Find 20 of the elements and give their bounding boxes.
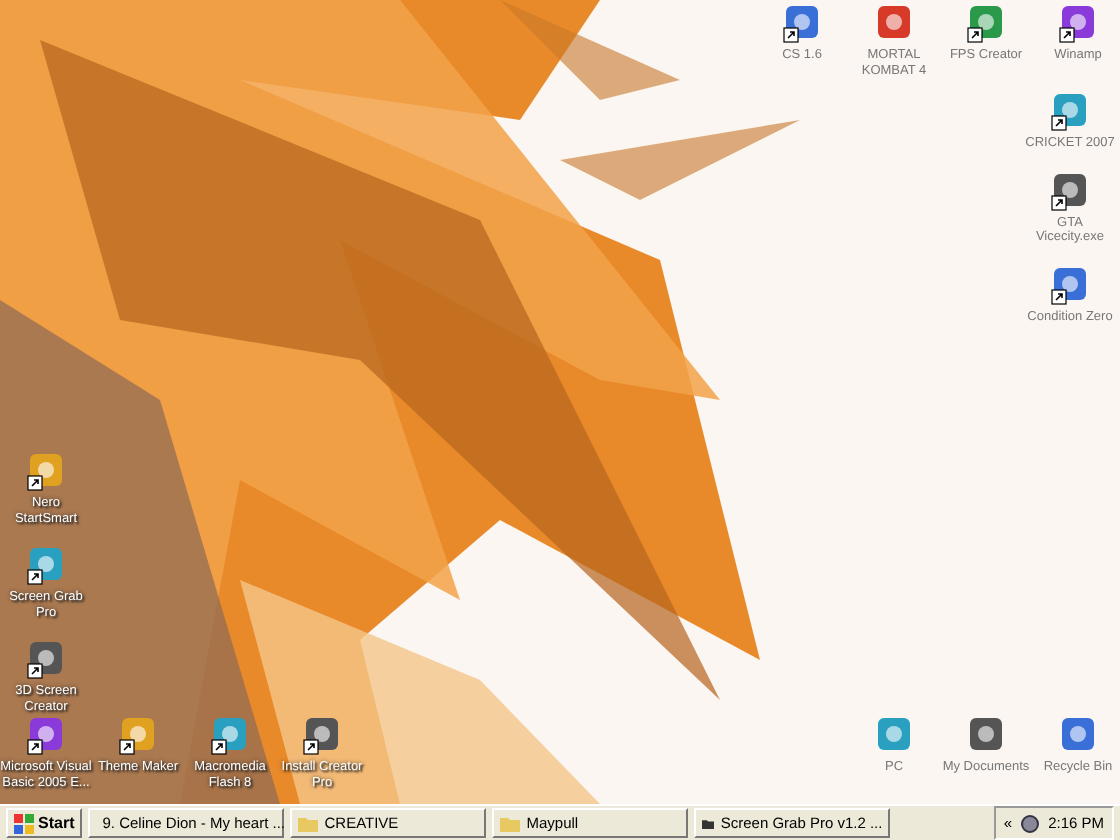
start-button[interactable]: Start: [6, 808, 83, 838]
shortcut-icon[interactable]: [26, 640, 66, 680]
folder-icon: [500, 813, 521, 833]
folder-icon: [298, 813, 319, 833]
shortcut-icon[interactable]: [26, 546, 66, 586]
app-icon[interactable]: [1058, 716, 1098, 756]
shortcut-icon[interactable]: [302, 716, 342, 756]
shortcut-icon[interactable]: [782, 4, 822, 44]
shortcut-icon[interactable]: [1050, 171, 1090, 211]
shortcut-icon[interactable]: [1050, 92, 1090, 132]
shortcut-icon[interactable]: [966, 4, 1006, 44]
shortcut-icon[interactable]: [1050, 265, 1090, 305]
app-icon[interactable]: [966, 716, 1006, 756]
windows-logo-icon: [14, 813, 34, 833]
app-icon[interactable]: [874, 4, 914, 44]
shortcut-icon[interactable]: [26, 716, 66, 756]
shortcut-icon[interactable]: [1058, 4, 1098, 44]
shortcut-icon[interactable]: [26, 452, 66, 492]
shortcut-icon[interactable]: [118, 716, 158, 756]
shortcut-icon[interactable]: [210, 716, 250, 756]
